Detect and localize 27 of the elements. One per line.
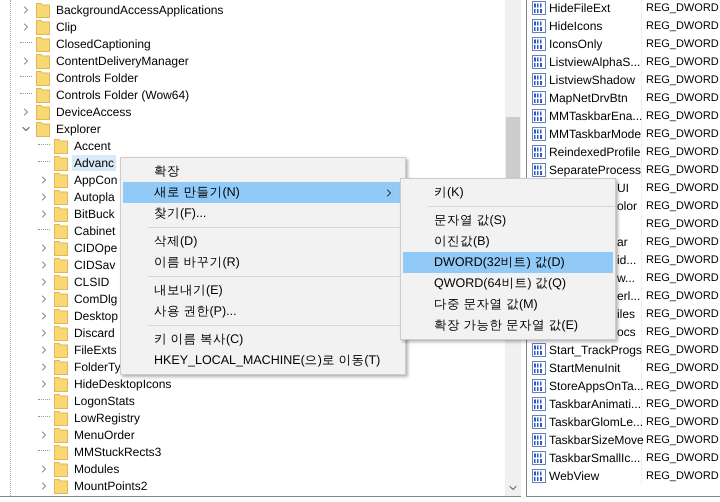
value-type: REG_DWORD xyxy=(645,361,719,375)
value-type: REG_DWORD xyxy=(645,253,719,267)
value-type: REG_DWORD xyxy=(645,19,719,33)
value-type: REG_DWORD xyxy=(645,199,719,213)
value-type: REG_DWORD xyxy=(645,145,719,159)
value-type: REG_DWORD xyxy=(645,181,719,195)
value-type: REG_DWORD xyxy=(645,379,719,393)
value-type: REG_DWORD xyxy=(645,343,719,357)
value-type: REG_DWORD xyxy=(645,289,719,303)
value-type: REG_DWORD xyxy=(645,451,719,465)
value-type: REG_DWORD xyxy=(645,37,719,51)
value-type: REG_DWORD xyxy=(645,235,719,249)
value-type: REG_DWORD xyxy=(645,109,719,123)
value-type: REG_DWORD xyxy=(645,433,719,447)
value-type: REG_DWORD xyxy=(645,127,719,141)
value-type: REG_DWORD xyxy=(645,271,719,285)
value-type: REG_DWORD xyxy=(645,55,719,69)
value-type: REG_DWORD xyxy=(645,91,719,105)
value-type: REG_DWORD xyxy=(645,1,719,15)
value-type: REG_DWORD xyxy=(645,163,719,177)
value-type: REG_DWORD xyxy=(645,217,719,231)
value-type: REG_DWORD xyxy=(645,73,719,87)
value-type: REG_DWORD xyxy=(645,469,719,483)
value-type: REG_DWORD xyxy=(645,415,719,429)
value-type: REG_DWORD xyxy=(645,307,719,321)
value-type: REG_DWORD xyxy=(645,397,719,411)
value-type: REG_DWORD xyxy=(645,325,719,339)
